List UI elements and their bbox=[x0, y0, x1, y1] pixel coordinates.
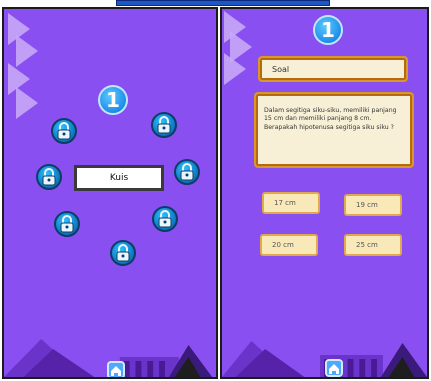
answer-option-2[interactable]: 19 cm bbox=[344, 194, 402, 216]
answer-option-1[interactable]: 17 cm bbox=[262, 192, 320, 214]
padlock-icon bbox=[158, 210, 172, 228]
padlock-icon bbox=[57, 122, 71, 140]
locked-level-button[interactable] bbox=[51, 118, 77, 144]
locked-level-button[interactable] bbox=[54, 211, 80, 237]
decor-triangle bbox=[224, 53, 246, 85]
home-icon bbox=[329, 364, 339, 374]
quiz-button[interactable]: Kuis bbox=[74, 165, 164, 191]
answer-option-3[interactable]: 20 cm bbox=[260, 234, 318, 256]
question-screen: 1 Soal Dalam segitiga siku-siku, memilik… bbox=[220, 7, 429, 379]
level-number-badge: 1 bbox=[98, 85, 128, 115]
level-menu-screen: 1 Kuis bbox=[2, 7, 218, 379]
question-text-card: Dalam segitiga siku-siku, memiliki panja… bbox=[254, 92, 414, 168]
home-button[interactable] bbox=[107, 361, 125, 377]
locked-level-button[interactable] bbox=[151, 112, 177, 138]
question-title-card: Soal bbox=[258, 56, 408, 82]
padlock-icon bbox=[60, 215, 74, 233]
answer-option-4[interactable]: 25 cm bbox=[344, 234, 402, 256]
padlock-icon bbox=[180, 163, 194, 181]
level-number-badge: 1 bbox=[313, 15, 343, 45]
locked-level-button[interactable] bbox=[152, 206, 178, 232]
locked-level-button[interactable] bbox=[110, 240, 136, 266]
padlock-icon bbox=[157, 116, 171, 134]
locked-level-button[interactable] bbox=[36, 164, 62, 190]
home-icon bbox=[111, 366, 121, 376]
padlock-icon bbox=[42, 168, 56, 186]
top-banner bbox=[116, 0, 330, 6]
decor-triangle bbox=[16, 87, 38, 119]
locked-level-button[interactable] bbox=[174, 159, 200, 185]
home-button[interactable] bbox=[325, 359, 343, 377]
padlock-icon bbox=[116, 244, 130, 262]
